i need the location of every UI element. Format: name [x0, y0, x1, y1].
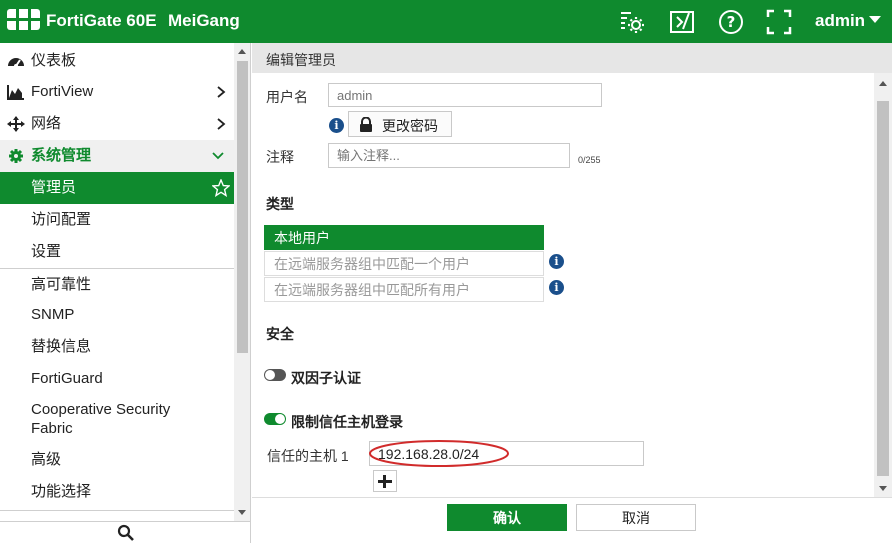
form-footer: 确认 取消: [252, 497, 892, 543]
sidebar-item-administrators[interactable]: 管理员: [0, 172, 234, 204]
info-icon[interactable]: i: [549, 254, 564, 269]
sidebar-scrollbar[interactable]: [234, 43, 250, 521]
sidebar-item-network[interactable]: 网络: [0, 108, 234, 140]
two-factor-label: 双因子认证: [291, 370, 361, 386]
sidebar-item-ha[interactable]: 高可靠性: [0, 269, 234, 301]
sidebar-search[interactable]: [0, 521, 250, 543]
sidebar-item-security-fabric[interactable]: Cooperative Security Fabric: [0, 394, 234, 437]
comment-label: 注释: [266, 149, 294, 165]
type-option-local-user[interactable]: 本地用户: [264, 225, 544, 250]
type-heading: 类型: [266, 196, 294, 212]
comment-counter: 0/255: [578, 155, 601, 165]
scroll-up-icon[interactable]: [879, 81, 887, 86]
two-factor-toggle[interactable]: [264, 369, 286, 381]
info-icon[interactable]: i: [549, 280, 564, 295]
edit-admin-panel: 编辑管理员 用户名 i 更改密码 注释 0/255 类型 本地用户 在远端服务器…: [252, 43, 892, 543]
trusted-hosts-toggle[interactable]: [264, 413, 286, 425]
gear-icon: [9, 149, 23, 163]
fullscreen-icon[interactable]: [766, 9, 792, 35]
settings-list-icon[interactable]: [619, 9, 645, 35]
page-header: 编辑管理员: [252, 43, 892, 73]
chevron-right-icon: [217, 86, 226, 98]
trusted-hosts-label: 限制信任主机登录: [291, 414, 403, 430]
security-heading: 安全: [266, 326, 294, 342]
sidebar-item-admin-profiles[interactable]: 访问配置: [0, 204, 234, 236]
comment-field[interactable]: [328, 143, 570, 168]
add-trusted-host-button[interactable]: [373, 470, 397, 492]
cli-console-icon[interactable]: [669, 9, 695, 35]
trusted-host-1-label: 信任的主机 1: [267, 448, 349, 464]
chevron-down-icon: [212, 152, 224, 160]
sidebar-item-snmp[interactable]: SNMP: [0, 299, 234, 331]
trusted-host-1-input[interactable]: [369, 441, 644, 466]
sidebar: 仪表板 FortiView 网络 系统管理 管理员 访问配置 设置 高可靠性 S…: [0, 43, 251, 543]
sidebar-item-replacement-messages[interactable]: 替换信息: [0, 331, 234, 363]
caret-down-icon: [869, 16, 882, 23]
scroll-down-icon[interactable]: [879, 486, 887, 491]
type-option-match-one-remote-user[interactable]: 在远端服务器组中匹配一个用户: [264, 251, 544, 276]
top-bar: FortiGate 60E MeiGang ? admin: [0, 0, 892, 43]
hostname: MeiGang: [168, 11, 240, 30]
username-label: 用户名: [266, 89, 308, 105]
dashboard-icon: [8, 58, 24, 68]
chevron-right-icon: [217, 118, 226, 130]
move-arrows-icon: [7, 116, 25, 132]
main-scrollbar[interactable]: [874, 73, 892, 497]
sidebar-item-advanced[interactable]: 高级: [0, 444, 234, 476]
cancel-button[interactable]: 取消: [576, 504, 696, 531]
sidebar-item-fortiview[interactable]: FortiView: [0, 76, 234, 108]
username-input[interactable]: [328, 83, 602, 107]
scrollbar-thumb[interactable]: [237, 61, 248, 353]
help-icon[interactable]: ?: [718, 9, 744, 35]
sidebar-item-system[interactable]: 系统管理: [0, 140, 234, 172]
user-menu[interactable]: admin: [815, 11, 882, 31]
info-icon[interactable]: i: [329, 118, 344, 133]
scrollbar-thumb[interactable]: [877, 101, 889, 476]
area-chart-icon: [7, 85, 24, 100]
fortinet-logo-icon[interactable]: [7, 9, 40, 33]
product-name: FortiGate 60E: [46, 11, 157, 30]
divider: [0, 510, 234, 511]
search-icon[interactable]: [117, 524, 135, 542]
change-password-button[interactable]: 更改密码: [348, 111, 452, 137]
lock-icon: [360, 117, 372, 132]
page-title: 编辑管理员: [266, 52, 336, 68]
sidebar-item-feature-select[interactable]: 功能选择: [0, 476, 234, 508]
svg-text:?: ?: [727, 13, 736, 31]
sidebar-item-dashboard[interactable]: 仪表板: [0, 45, 234, 77]
type-option-match-all-remote-users[interactable]: 在远端服务器组中匹配所有用户: [264, 277, 544, 302]
star-favorite-icon[interactable]: [212, 179, 230, 197]
ok-button[interactable]: 确认: [447, 504, 567, 531]
sidebar-item-settings[interactable]: 设置: [0, 236, 234, 268]
sidebar-item-fortiguard[interactable]: FortiGuard: [0, 363, 234, 395]
scroll-up-icon[interactable]: [238, 49, 246, 54]
scroll-down-icon[interactable]: [238, 510, 246, 515]
